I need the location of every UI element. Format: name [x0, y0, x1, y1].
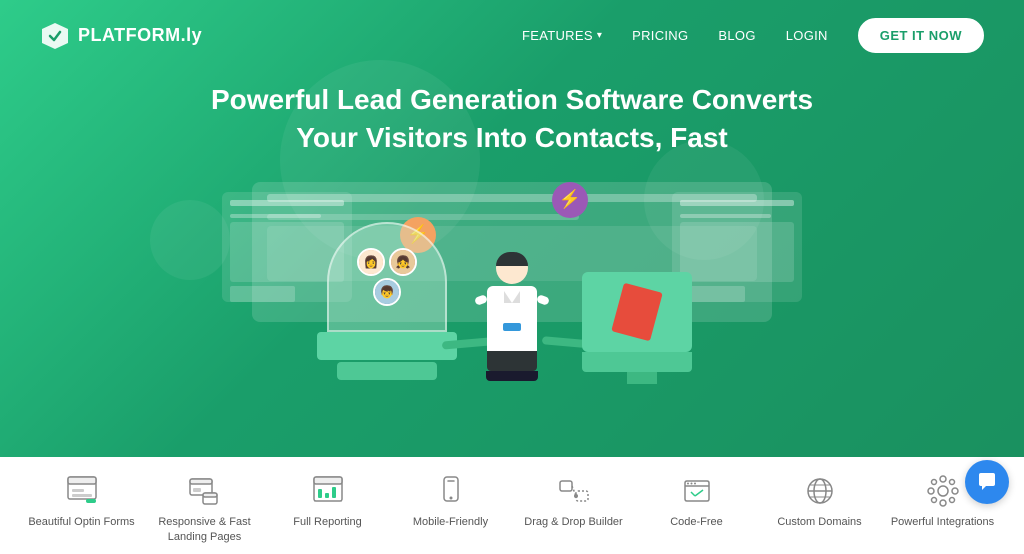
- feature-landing-pages: Responsive & Fast Landing Pages: [150, 471, 260, 544]
- nav-features[interactable]: FEATURES ▾: [522, 28, 602, 43]
- feature-domains: Custom Domains: [765, 471, 875, 529]
- nav-login[interactable]: LOGIN: [786, 28, 828, 43]
- drag-drop-icon: [554, 471, 594, 511]
- code-free-icon: [677, 471, 717, 511]
- feature-mobile-label: Mobile-Friendly: [413, 515, 488, 529]
- avatar-group: 👩 👧 👦: [357, 248, 417, 306]
- navbar: PLATFORM.ly FEATURES ▾ PRICING BLOG LOGI…: [0, 0, 1024, 71]
- get-it-now-button[interactable]: GET IT NOW: [858, 18, 984, 53]
- dome-base-2: [337, 362, 437, 380]
- optin-forms-icon: [62, 471, 102, 511]
- page-wrapper: PLATFORM.ly FEATURES ▾ PRICING BLOG LOGI…: [0, 0, 1024, 554]
- feature-code-free-label: Code-Free: [670, 515, 723, 529]
- doctor-hair: [496, 252, 528, 266]
- logo-icon: [40, 21, 70, 51]
- domains-icon: [800, 471, 840, 511]
- chevron-down-icon: ▾: [597, 30, 602, 41]
- book-icon: [611, 282, 663, 341]
- feature-mobile: Mobile-Friendly: [396, 471, 506, 529]
- doctor-badge: [503, 323, 521, 331]
- nav-links: FEATURES ▾ PRICING BLOG LOGIN GET IT NOW: [522, 18, 984, 53]
- feature-optin-forms: Beautiful Optin Forms: [27, 471, 137, 529]
- right-box: [582, 272, 702, 382]
- nav-blog[interactable]: BLOG: [718, 28, 755, 43]
- doctor-legs: [487, 351, 537, 371]
- avatar-1: 👩: [357, 248, 385, 276]
- hero-section: Powerful Lead Generation Software Conver…: [0, 71, 1024, 157]
- feature-code-free: Code-Free: [642, 471, 752, 529]
- avatar-2: 👧: [389, 248, 417, 276]
- doctor-body: [487, 286, 537, 351]
- right-box-body: [582, 272, 692, 352]
- dome-glass: 👩 👧 👦: [327, 222, 447, 332]
- feature-drag-drop-label: Drag & Drop Builder: [524, 515, 622, 529]
- feature-drag-drop: Drag & Drop Builder: [519, 471, 629, 529]
- lightning-purple-badge: ⚡: [552, 182, 588, 218]
- right-box-base: [582, 352, 692, 372]
- right-box-leg: [627, 372, 657, 384]
- landing-pages-icon: [185, 471, 225, 511]
- logo-text: PLATFORM.ly: [78, 25, 202, 46]
- reporting-icon: [308, 471, 348, 511]
- mobile-icon: [431, 471, 471, 511]
- chat-bubble[interactable]: [965, 460, 1009, 504]
- feature-landing-pages-label: Responsive & Fast Landing Pages: [150, 515, 260, 544]
- chat-icon: [976, 471, 998, 493]
- integrations-icon: [923, 471, 963, 511]
- avatar-3: 👦: [373, 278, 401, 306]
- dome-base: [317, 332, 457, 360]
- features-bar: Beautiful Optin Forms Responsive & Fast …: [0, 457, 1024, 554]
- feature-integrations-label: Powerful Integrations: [891, 515, 994, 529]
- feature-domains-label: Custom Domains: [777, 515, 861, 529]
- hero-title: Powerful Lead Generation Software Conver…: [202, 81, 822, 157]
- doctor-head: [496, 252, 528, 284]
- feature-optin-forms-label: Beautiful Optin Forms: [28, 515, 134, 529]
- feature-reporting-label: Full Reporting: [293, 515, 361, 529]
- feature-reporting: Full Reporting: [273, 471, 383, 529]
- nav-pricing[interactable]: PRICING: [632, 28, 688, 43]
- doctor-shoes: [486, 371, 538, 381]
- doctor-figure: [477, 252, 547, 382]
- logo[interactable]: PLATFORM.ly: [40, 21, 202, 51]
- dome-container: 👩 👧 👦: [317, 222, 457, 382]
- illustration-area: ⚡ ⚡ 👩 👧 👦: [0, 162, 1024, 402]
